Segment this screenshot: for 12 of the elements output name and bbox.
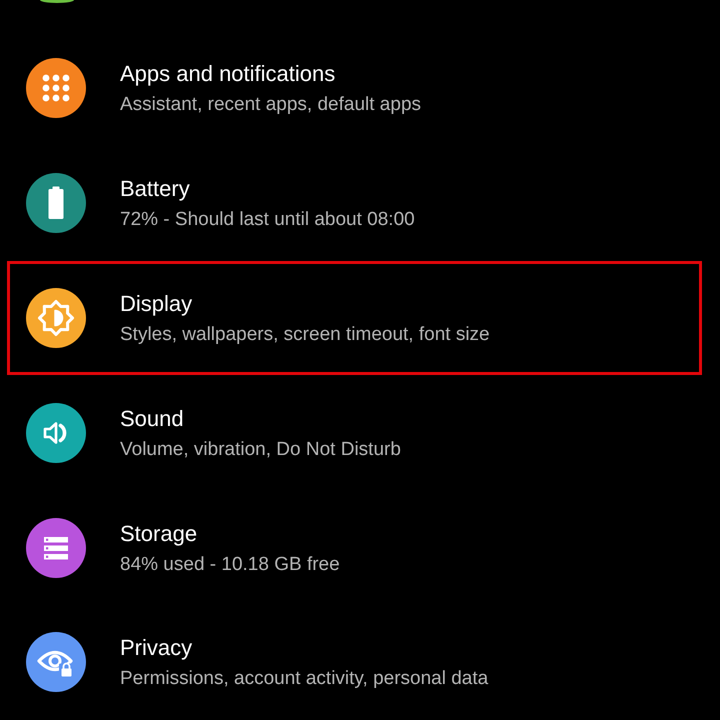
setting-summary: Permissions, account activity, personal data	[120, 667, 488, 692]
setting-title[interactable]: Apps and notifications	[120, 60, 422, 88]
setting-summary: Assistant, recent apps, default apps	[120, 93, 422, 118]
setting-summary: 84% used - 10.18 GB free	[120, 552, 340, 577]
setting-summary: Volume, vibration, Do Not Disturb	[120, 438, 401, 462]
setting-title[interactable]: Battery	[120, 175, 415, 204]
setting-title[interactable]: Display	[120, 290, 490, 318]
setting-summary: Styles, wallpapers, screen timeout, font size	[120, 322, 490, 347]
setting-title[interactable]: Privacy	[120, 634, 488, 662]
setting-summary: 72% - Should last until about 08:00	[120, 208, 415, 232]
setting-title[interactable]: Sound	[120, 404, 401, 433]
setting-title[interactable]: Storage	[120, 520, 340, 548]
